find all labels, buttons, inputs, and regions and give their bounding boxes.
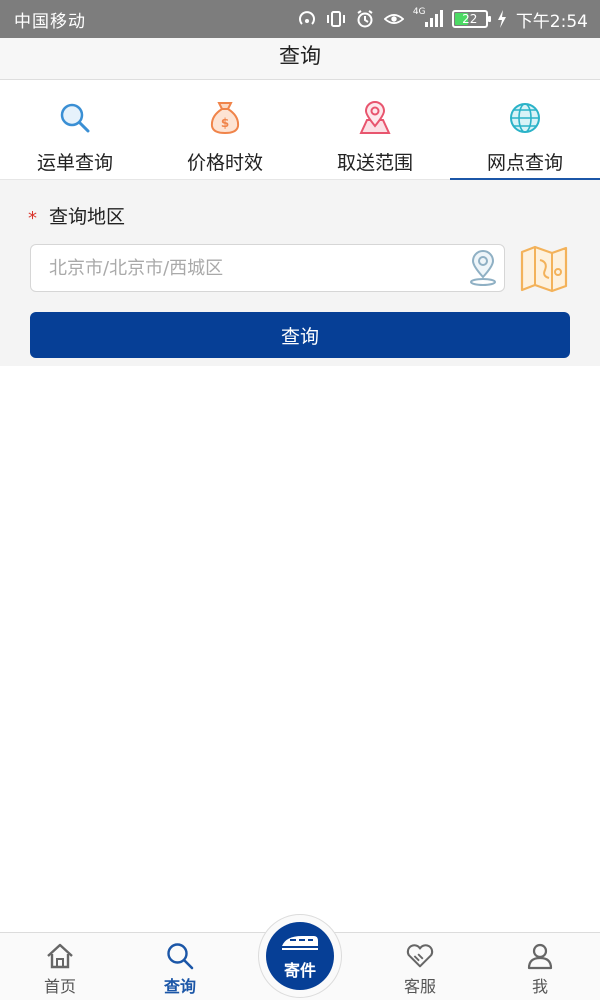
- tab-waybill-query[interactable]: 运单查询: [0, 80, 150, 179]
- tab-price-timeliness[interactable]: $ 价格时效: [150, 80, 300, 179]
- bottom-tab-query[interactable]: 查询: [120, 933, 240, 1000]
- vibrate-icon: [326, 9, 346, 29]
- outlet-query-form: * 查询地区 查询: [0, 180, 600, 366]
- bottom-tab-label: 首页: [43, 977, 76, 996]
- bottom-tab-label: 查询: [163, 977, 196, 996]
- carrier-name: 中国移动: [14, 11, 86, 32]
- hotspot-icon: [297, 9, 317, 29]
- alarm-icon: [355, 9, 375, 29]
- bottom-tab-home[interactable]: 首页: [0, 933, 120, 1000]
- tab-label: 运单查询: [36, 152, 113, 174]
- map-icon[interactable]: [518, 242, 570, 294]
- bottom-tab-label: 客服: [403, 977, 436, 996]
- search-icon: [165, 941, 195, 971]
- tab-outlet-query[interactable]: 网点查询: [450, 80, 600, 180]
- required-mark: *: [28, 208, 37, 229]
- status-bar: 中国移动 4G 22 下午2:54: [0, 0, 600, 38]
- eye-icon: [383, 9, 404, 29]
- user-icon: [525, 941, 555, 971]
- search-icon: [57, 100, 93, 136]
- globe-icon: [507, 100, 543, 136]
- bottom-tab-customer-service[interactable]: 客服: [360, 933, 480, 1000]
- location-pin-icon[interactable]: [466, 249, 500, 287]
- query-button[interactable]: 查询: [30, 312, 570, 358]
- tab-pickup-delivery-range[interactable]: 取送范围: [300, 80, 450, 179]
- field-label: 查询地区: [49, 206, 126, 228]
- bottom-tab-label: 我: [531, 977, 548, 996]
- home-icon: [45, 941, 75, 971]
- status-time: 下午2:54: [515, 11, 588, 32]
- query-type-tabs: 运单查询 $ 价格时效 取送范围 网点查询: [0, 80, 600, 180]
- send-parcel-fab-ring: 寄件: [258, 914, 342, 998]
- location-range-icon: [357, 100, 393, 136]
- signal-icon: 4G: [413, 7, 443, 29]
- send-parcel-label: 寄件: [283, 960, 316, 980]
- charging-icon: [497, 9, 507, 29]
- send-parcel-button[interactable]: 寄件: [266, 922, 334, 990]
- status-icons: 4G 22 下午2:54: [297, 7, 588, 32]
- region-input[interactable]: [30, 244, 505, 292]
- nav-bar: 查询: [0, 38, 600, 80]
- bottom-tab-me[interactable]: 我: [480, 933, 600, 1000]
- svg-text:$: $: [221, 116, 229, 130]
- tab-label: 网点查询: [486, 152, 563, 174]
- handshake-icon: [405, 941, 435, 971]
- battery-indicator: 22: [451, 10, 491, 28]
- region-field-label: * 查询地区: [28, 202, 125, 229]
- page-title: 查询: [279, 43, 321, 68]
- money-bag-icon: $: [207, 100, 243, 136]
- tab-label: 取送范围: [336, 152, 413, 174]
- tab-label: 价格时效: [186, 152, 263, 174]
- train-icon: [280, 932, 320, 956]
